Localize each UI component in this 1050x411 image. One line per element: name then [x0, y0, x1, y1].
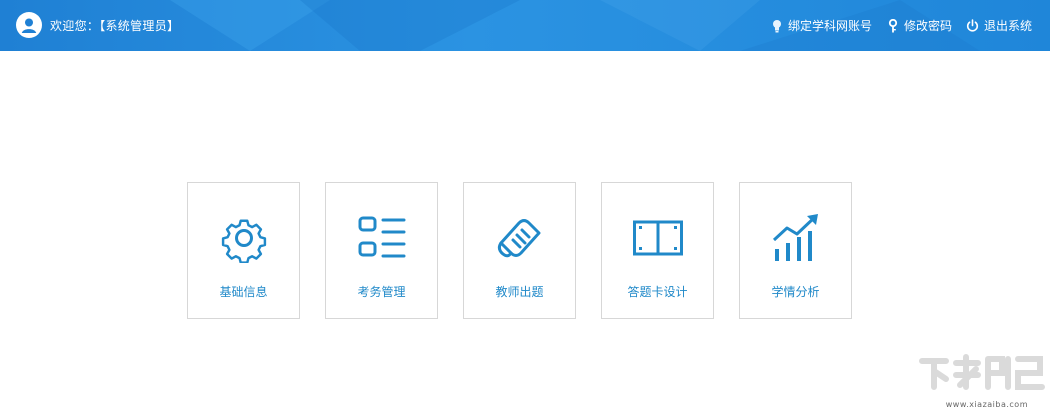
user-avatar-icon [16, 12, 42, 38]
module-card-teacher-questions[interactable]: 教师出题 [463, 182, 576, 319]
module-label-exam-management: 考务管理 [357, 285, 406, 299]
module-label-answer-sheet-design: 答题卡设计 [627, 285, 688, 299]
watermark-logo [919, 354, 1045, 390]
module-label-teacher-questions: 教师出题 [495, 285, 544, 299]
bulb-icon [770, 19, 784, 33]
module-label-learning-analysis: 学情分析 [771, 285, 820, 299]
power-icon [966, 19, 980, 33]
top-header: 欢迎您：【系统管理员】 绑定学科网账号 修改密码 退出系统 [0, 0, 1050, 51]
welcome-text: 欢迎您：【系统管理员】 [50, 18, 180, 33]
list-icon [358, 216, 405, 258]
module-card-learning-analysis[interactable]: 学情分析 [739, 182, 852, 319]
logout-label: 退出系统 [983, 19, 1032, 33]
scroll-icon [497, 219, 540, 258]
answer-sheet-icon [632, 220, 683, 256]
bind-account-label: 绑定学科网账号 [787, 19, 872, 33]
watermark-url: www.xiazaiba.com [945, 400, 1028, 409]
change-password-button[interactable]: 修改密码 [886, 17, 952, 34]
module-card-basic-info[interactable]: 基础信息 [187, 182, 300, 319]
module-label-basic-info: 基础信息 [219, 285, 268, 299]
gear-icon [221, 219, 266, 263]
logout-button[interactable]: 退出系统 [966, 17, 1032, 34]
module-card-exam-management[interactable]: 考务管理 [325, 182, 438, 319]
key-icon [886, 18, 900, 33]
module-cards: 基础信息 考务管理 教师出题 答题卡设计 学情分析 [187, 182, 852, 319]
change-password-label: 修改密码 [903, 19, 952, 33]
header-actions: 绑定学科网账号 修改密码 退出系统 [756, 0, 1032, 51]
module-card-answer-sheet-design[interactable]: 答题卡设计 [601, 182, 714, 319]
main-content: 基础信息 考务管理 教师出题 答题卡设计 学情分析 www.xiazaiba.c… [0, 51, 1050, 411]
bind-account-button[interactable]: 绑定学科网账号 [770, 17, 872, 34]
growth-chart-icon [772, 214, 818, 261]
user-info: 欢迎您：【系统管理员】 [16, 12, 179, 38]
